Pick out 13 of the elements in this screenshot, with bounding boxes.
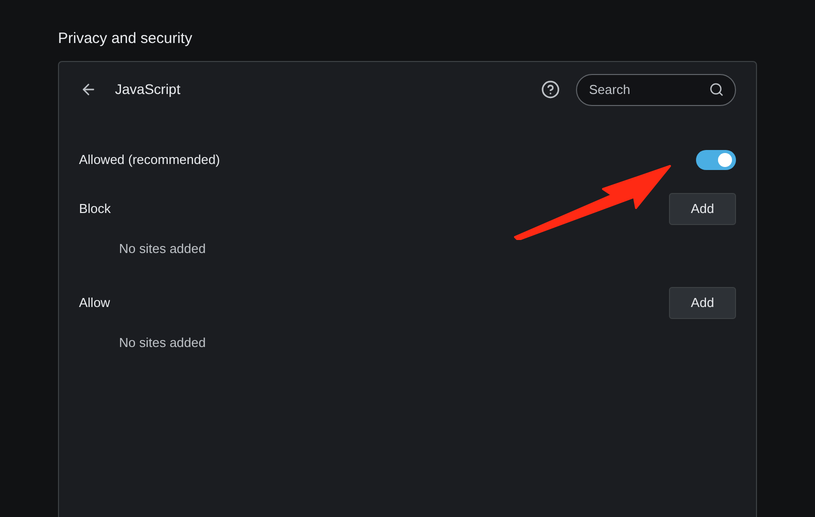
search-field[interactable]: Search [576,74,736,106]
section-title: Block [79,200,111,218]
empty-message: No sites added [119,240,206,258]
setting-label: Allowed (recommended) [79,151,220,170]
help-icon[interactable] [541,80,560,99]
search-icon [709,82,724,96]
toggle-switch[interactable] [696,150,736,170]
section-title: Allow [79,294,110,312]
add-button[interactable]: Add [669,286,736,318]
section-heading: Privacy and security [58,30,192,48]
empty-message: No sites added [119,334,206,352]
add-button[interactable]: Add [669,193,736,225]
page-title: JavaScript [115,80,180,99]
